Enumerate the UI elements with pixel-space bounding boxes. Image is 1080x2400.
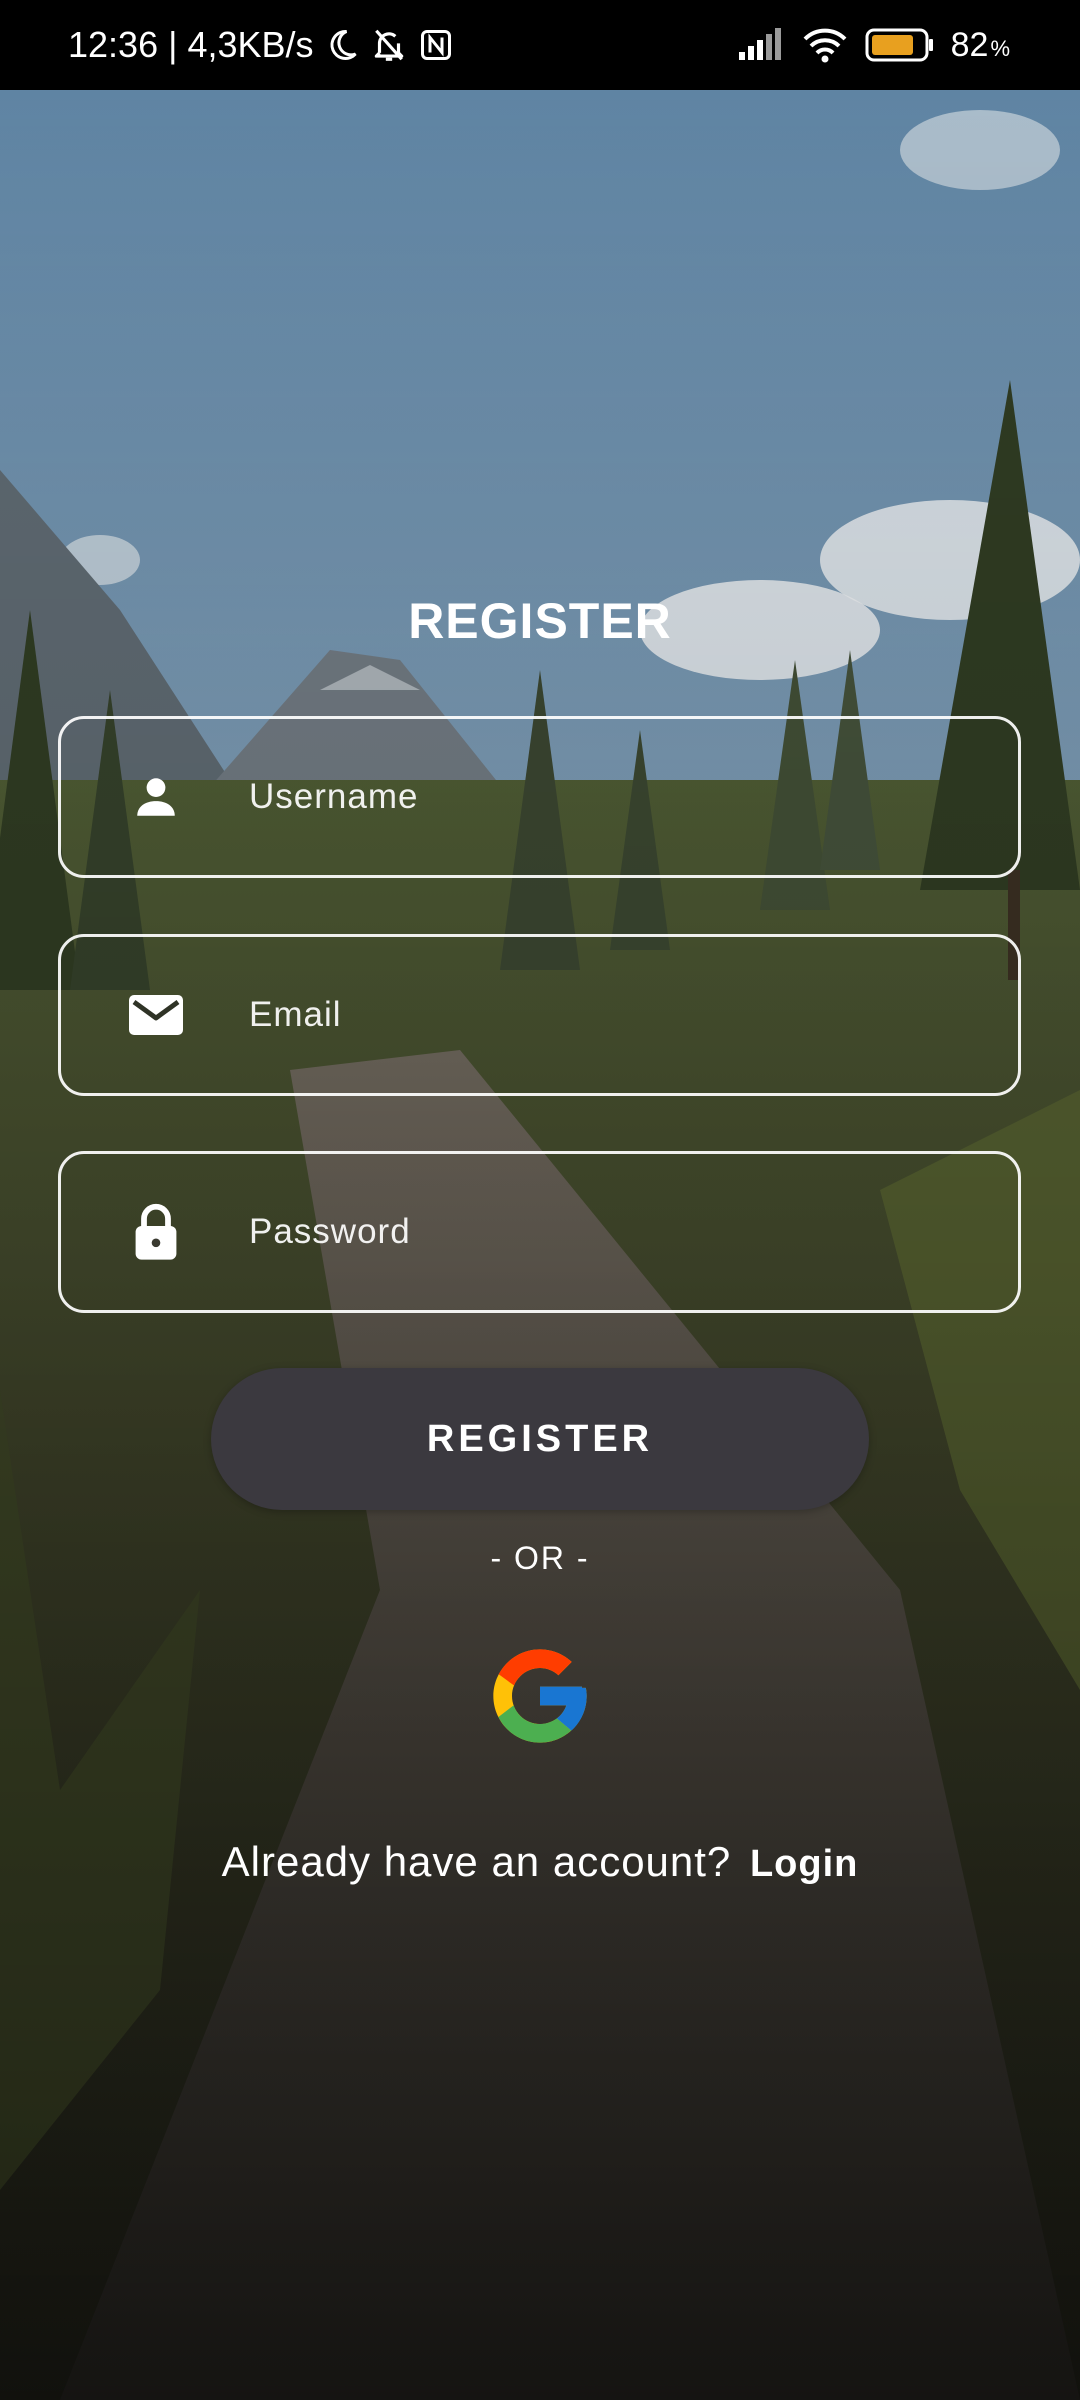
register-button[interactable]: REGISTER [211, 1368, 869, 1510]
google-icon [493, 1649, 587, 1743]
register-screen: 12:36 | 4,3KB/s 82 % REGISTER Username E… [0, 0, 1080, 2400]
status-bar: 12:36 | 4,3KB/s 82 % [0, 0, 1080, 90]
envelope-icon [61, 991, 251, 1039]
lock-icon [61, 1202, 251, 1262]
status-right-group: 82% [737, 0, 1010, 90]
nfc-icon [418, 27, 454, 63]
bell-off-icon [370, 26, 408, 64]
status-left-group: 12:36 | 4,3KB/s [68, 0, 454, 90]
password-field[interactable] [58, 1151, 1021, 1313]
password-input[interactable] [249, 1212, 969, 1252]
moon-icon [324, 27, 360, 63]
battery-percent-value: 82 [950, 25, 989, 64]
battery-percent-text: 82% [951, 26, 1010, 65]
email-input[interactable] [249, 995, 969, 1035]
person-icon [61, 772, 251, 822]
signal-icon [737, 28, 785, 62]
page-title: REGISTER [408, 593, 672, 649]
login-link[interactable]: Login [750, 1843, 858, 1885]
battery-icon [865, 27, 935, 63]
login-prompt-row: Already have an account? Login [0, 1838, 1080, 1886]
battery-percent-symbol: % [990, 35, 1010, 61]
google-sign-in-button[interactable] [484, 1640, 596, 1752]
login-prompt-text: Already have an account? [221, 1838, 732, 1885]
email-field[interactable] [58, 934, 1021, 1096]
or-divider: - OR - [490, 1540, 590, 1576]
wifi-icon [801, 25, 849, 65]
username-input[interactable] [249, 777, 969, 817]
username-field[interactable] [58, 716, 1021, 878]
status-time-speed: 12:36 | 4,3KB/s [68, 24, 314, 65]
